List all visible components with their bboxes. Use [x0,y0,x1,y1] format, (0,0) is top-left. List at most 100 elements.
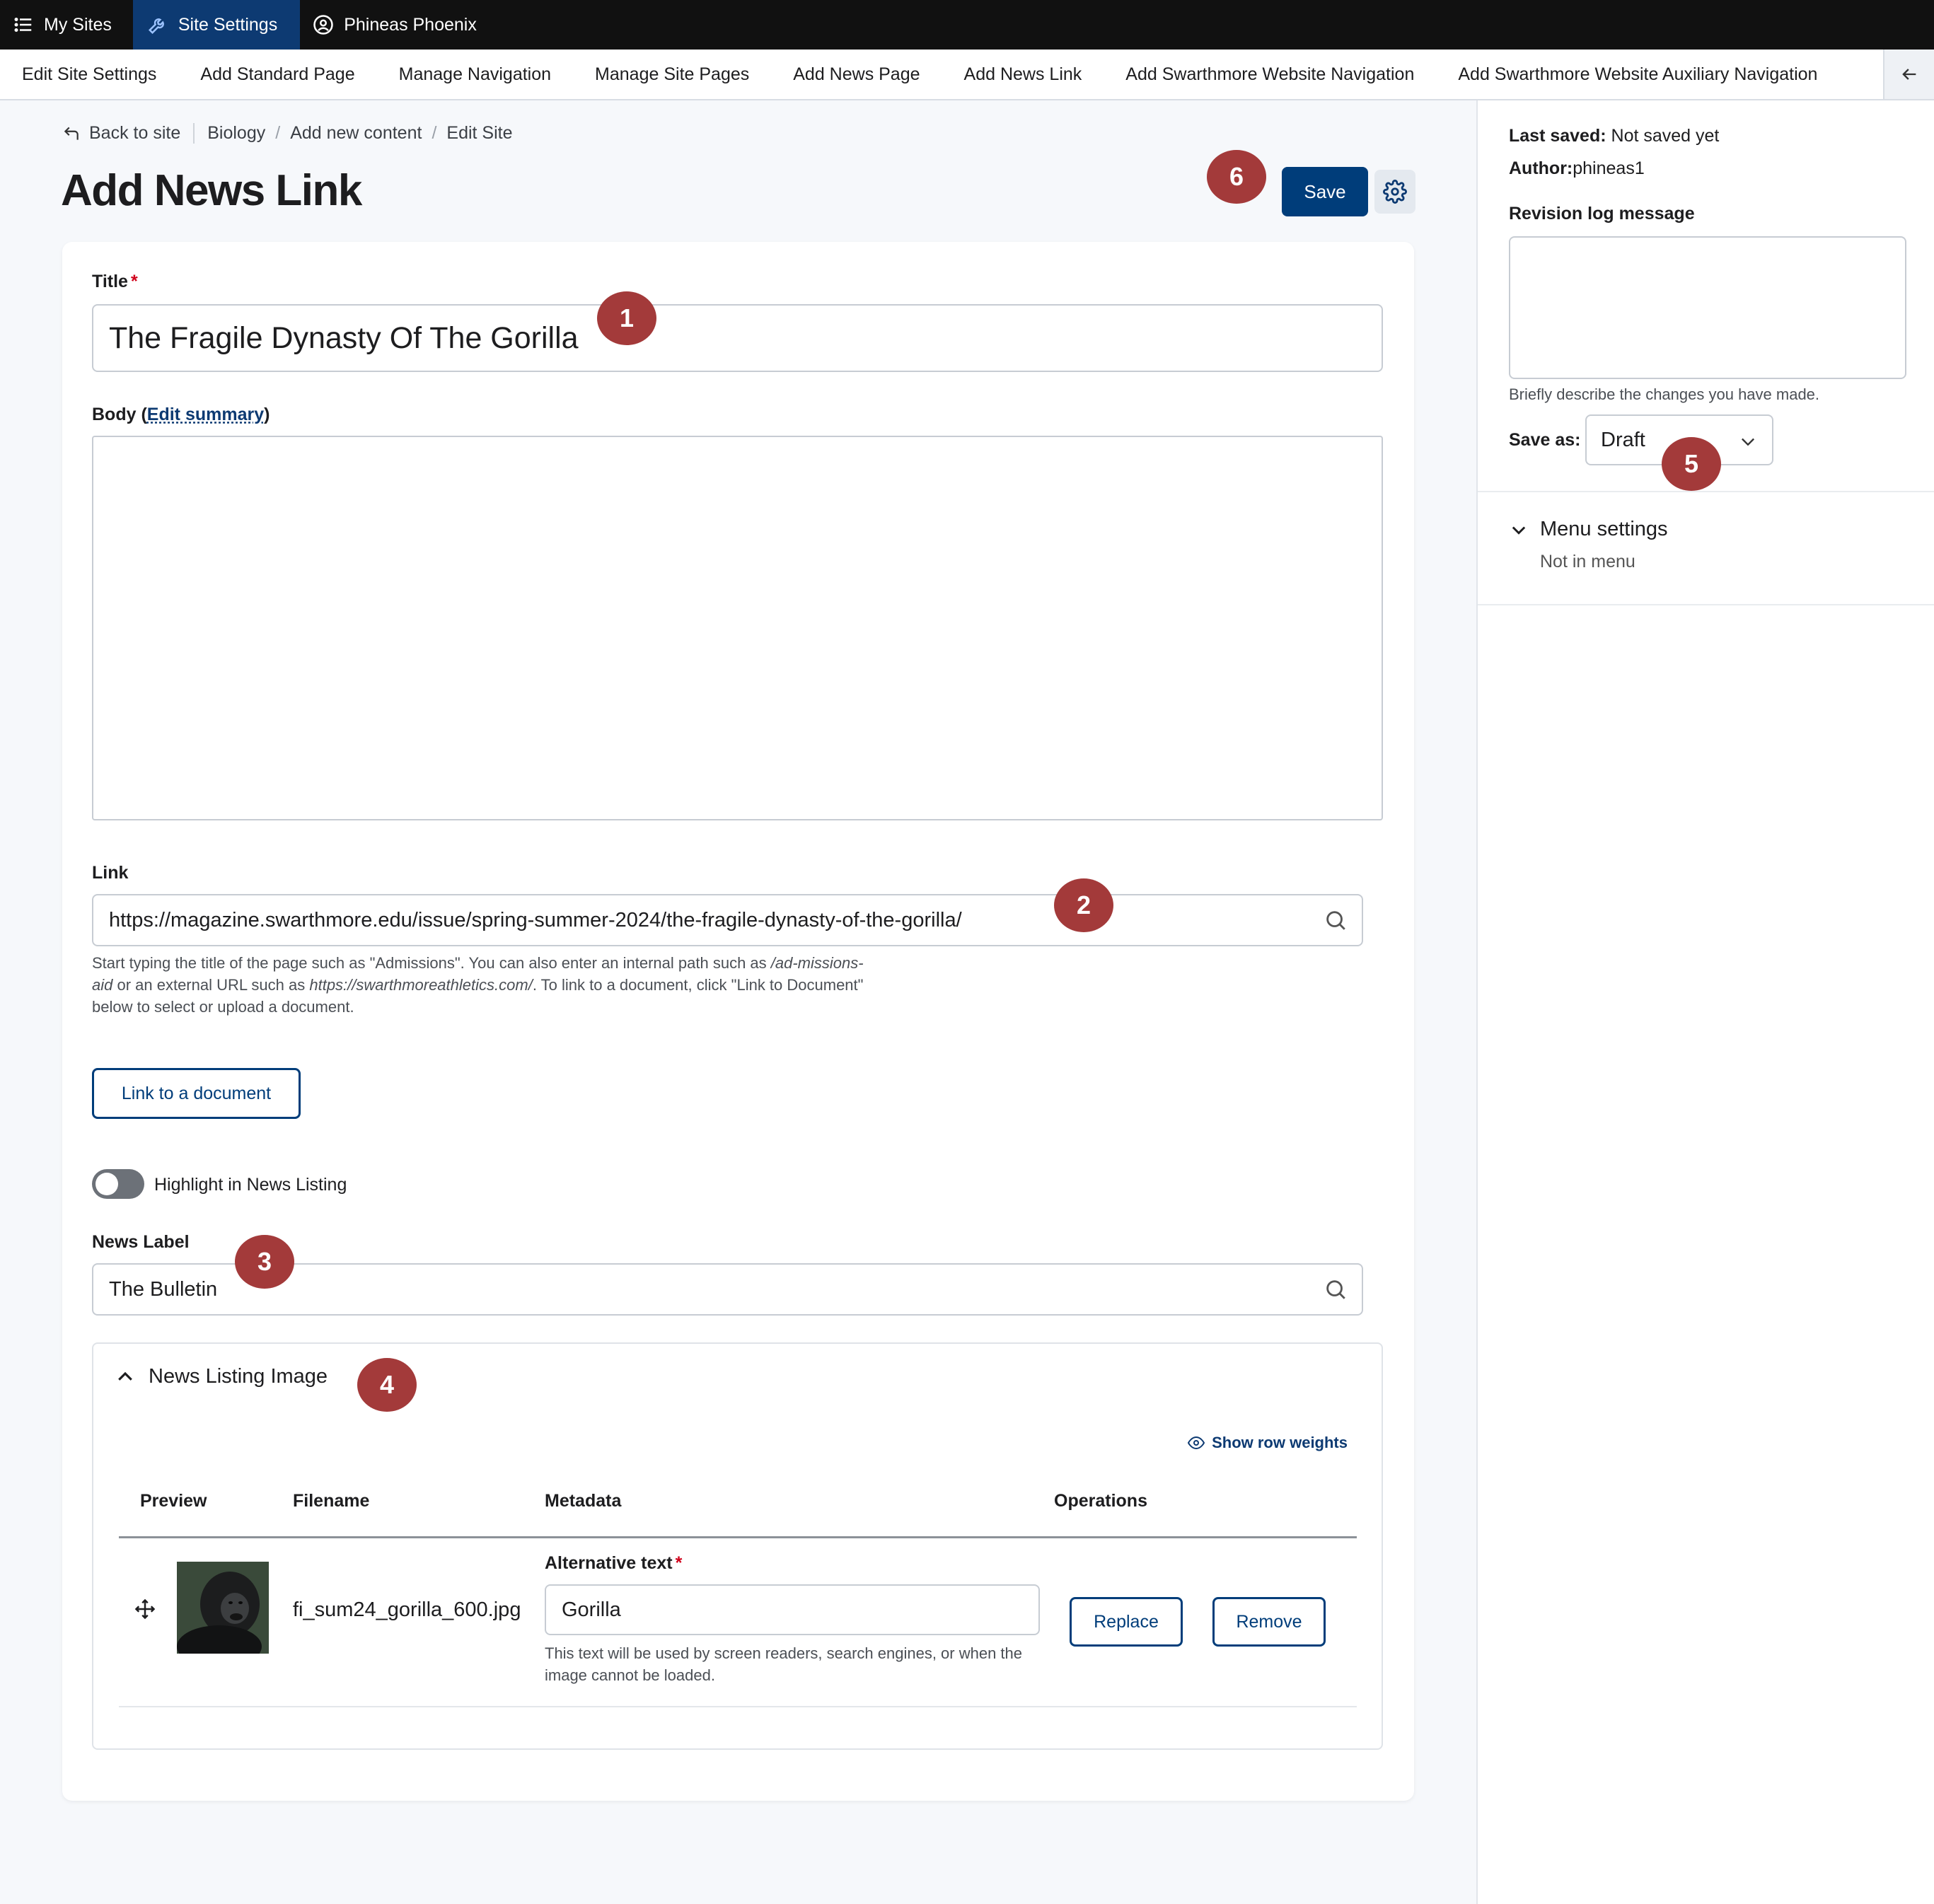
tray-add-website-navigation[interactable]: Add Swarthmore Website Navigation [1104,64,1436,85]
badge-1: 1 [597,291,656,345]
chevron-down-icon [1742,438,1754,446]
revision-log-label: Revision log message [1509,204,1695,224]
column-filename: Filename [293,1491,370,1511]
tray-manage-site-pages[interactable]: Manage Site Pages [573,64,771,85]
table-row-divider [119,1706,1357,1707]
tray-edit-site-settings[interactable]: Edit Site Settings [0,64,178,85]
search-icon [1326,1280,1345,1299]
settings-button[interactable] [1374,170,1415,214]
gorilla-thumbnail [177,1562,269,1654]
chevron-down-icon [1512,526,1526,535]
page-title: Add News Link [61,166,362,215]
tray-add-news-page[interactable]: Add News Page [771,64,942,85]
required-marker: * [675,1553,683,1573]
back-to-site-label: Back to site [89,123,181,143]
list-icon [14,18,32,32]
menu-status: Not in menu [1540,552,1635,571]
alt-text-label-text: Alternative text [545,1553,673,1573]
my-sites-label: My Sites [44,14,112,35]
tray-add-standard-page[interactable]: Add Standard Page [178,64,376,85]
wrench-icon [148,18,164,35]
news-label-value: The Bulletin [109,1277,218,1301]
revision-log-textarea[interactable] [1509,236,1906,379]
news-listing-image-section: News Listing Image Show row weights Prev… [92,1342,1383,1750]
tray-add-auxiliary-navigation[interactable]: Add Swarthmore Website Auxiliary Navigat… [1436,64,1839,85]
alt-text-value: Gorilla [562,1598,621,1621]
title-value: The Fragile Dynasty Of The Gorilla [109,320,579,355]
badge-2: 2 [1054,878,1113,932]
breadcrumb-separator: / [432,123,437,143]
body-label: Body (Edit summary) [92,405,270,425]
badge-3: 3 [235,1235,294,1289]
alt-text-input[interactable]: Gorilla [545,1584,1040,1635]
save-as-label: Save as: [1509,430,1581,450]
badge-4: 4 [357,1358,417,1412]
back-to-site-link[interactable]: Back to site [62,123,195,144]
link-input[interactable]: https://magazine.swarthmore.edu/issue/sp… [92,894,1363,946]
title-label: Title * [92,272,138,292]
body-label-text: Body ( [92,405,147,424]
required-marker: * [130,272,138,291]
breadcrumb-add-new-content[interactable]: Add new content [290,123,422,144]
my-sites-tab[interactable]: My Sites [0,0,133,50]
eye-icon [1188,1436,1205,1450]
column-preview: Preview [140,1491,207,1511]
toolbar-tray: Edit Site Settings Add Standard Page Man… [0,50,1934,100]
image-preview [177,1562,269,1654]
sidebar-divider [1478,604,1934,605]
image-filename: fi_sum24_gorilla_600.jpg [293,1598,521,1621]
highlight-label: Highlight in News Listing [154,1175,347,1195]
title-label-text: Title [92,272,128,291]
news-listing-image-title: News Listing Image [149,1365,328,1388]
news-label-label: News Label [92,1232,190,1252]
tray-manage-navigation[interactable]: Manage Navigation [377,64,573,85]
last-saved: Last saved: Not saved yet [1509,126,1719,146]
save-button[interactable]: Save [1282,167,1368,216]
link-help-part-2: or an external URL such as [112,976,310,994]
drag-handle-icon[interactable] [134,1598,156,1620]
tray-add-news-link[interactable]: Add News Link [942,64,1104,85]
revision-log-help: Briefly describe the changes you have ma… [1509,385,1820,403]
site-settings-tab[interactable]: Site Settings [132,0,301,50]
author-value: phineas1 [1573,158,1645,178]
show-row-weights-label: Show row weights [1212,1434,1348,1451]
chevron-up-icon [118,1371,132,1381]
news-listing-image-toggle[interactable]: News Listing Image [115,1365,328,1388]
body-label-end: ) [264,405,270,424]
sidebar-divider [1478,491,1934,492]
user-icon [313,15,333,35]
remove-button[interactable]: Remove [1212,1597,1326,1647]
body-editor[interactable] [92,436,1383,820]
breadcrumb-biology[interactable]: Biology [207,123,265,144]
table-header-divider [119,1536,1357,1538]
replace-button[interactable]: Replace [1070,1597,1183,1647]
link-to-document-button[interactable]: Link to a document [92,1068,301,1119]
edit-summary-link[interactable]: Edit summary [147,405,264,424]
arrow-left-icon [1902,69,1916,80]
back-arrow-icon [64,127,79,140]
user-tab[interactable]: Phineas Phoenix [300,0,498,50]
author: Author:phineas1 [1509,158,1645,179]
title-input[interactable]: The Fragile Dynasty Of The Gorilla [92,304,1383,372]
alt-text-help: This text will be used by screen readers… [545,1644,1023,1684]
admin-toolbar: My Sites Site Settings Phineas Phoenix [0,0,1934,50]
site-settings-label: Site Settings [178,14,278,35]
user-name: Phineas Phoenix [344,14,477,35]
show-row-weights-button[interactable]: Show row weights [1188,1434,1348,1452]
last-saved-label: Last saved: [1509,126,1606,146]
meta-sidebar: Last saved: Not saved yet Author:phineas… [1476,100,1934,1904]
column-operations: Operations [1054,1491,1147,1511]
highlight-toggle[interactable] [92,1169,144,1199]
menu-settings-toggle[interactable]: Menu settings [1509,518,1668,541]
badge-6: 6 [1207,150,1266,204]
tray-collapse-button[interactable] [1883,50,1934,99]
link-help-text: Start typing the title of the page such … [92,952,877,1018]
search-icon [1326,911,1345,930]
breadcrumb-edit-site[interactable]: Edit Site [446,123,512,144]
link-help-part-1: Start typing the title of the page such … [92,954,771,972]
last-saved-value: Not saved yet [1611,126,1720,146]
breadcrumb: Back to site Biology / Add new content /… [62,123,513,144]
alt-text-label: Alternative text * [545,1553,682,1574]
link-help-url: https://swarthmoreathletics.com/ [309,976,533,994]
gear-icon [1383,180,1407,204]
